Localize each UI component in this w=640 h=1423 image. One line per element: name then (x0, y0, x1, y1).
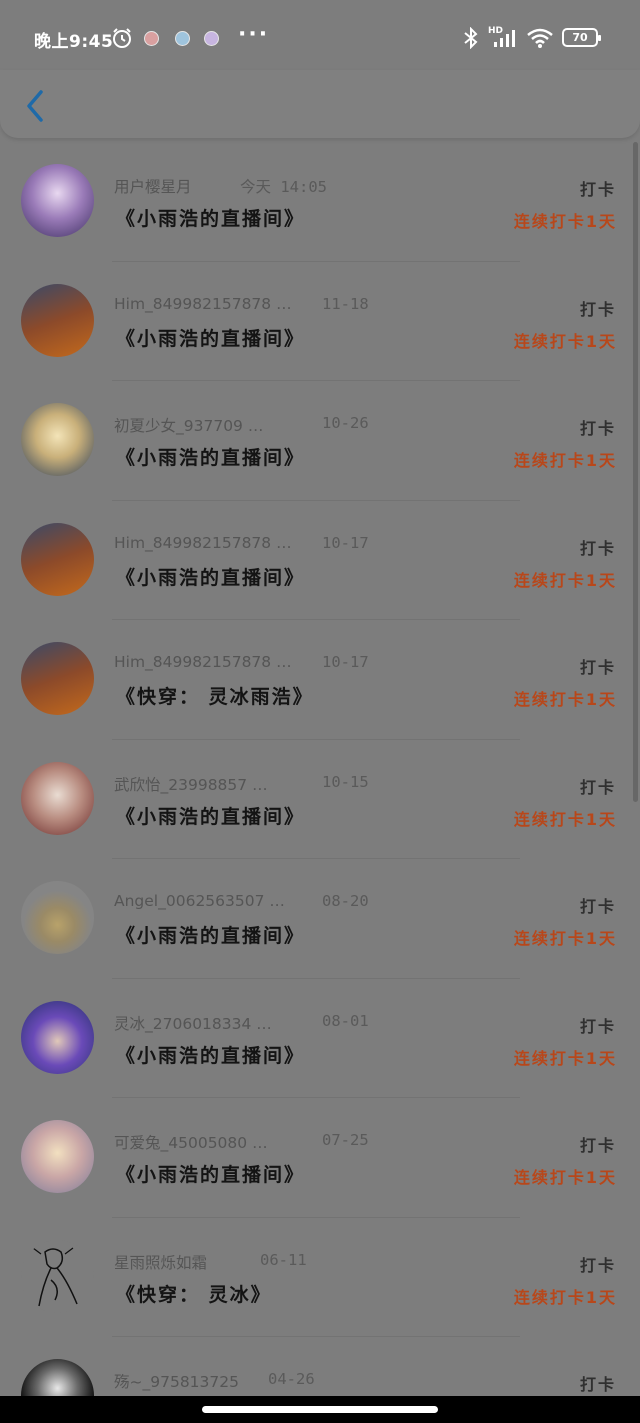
username[interactable]: 用户樱星月 (114, 175, 192, 197)
avatar[interactable] (21, 1239, 94, 1313)
page-header (0, 70, 640, 138)
list-item[interactable]: Him_849982157878 … 11-18 《小雨浩的直播间》 打卡 连续… (0, 262, 632, 382)
room-title: 《快穿： 灵冰》 (116, 1283, 272, 1306)
battery-indicator: 70 (562, 28, 601, 47)
checkin-list: 用户樱星月 今天 14:05 《小雨浩的直播间》 打卡 连续打卡1天 Him_8… (0, 142, 632, 1423)
chevron-left-icon[interactable] (22, 86, 52, 126)
list-item[interactable]: 灵冰_2706018334 … 08-01 《小雨浩的直播间》 打卡 连续打卡1… (0, 979, 632, 1099)
list-item[interactable]: 星雨照烁如霜 06-11 《快穿： 灵冰》 打卡 连续打卡1天 (0, 1218, 632, 1338)
timestamp: 07-25 (322, 1131, 369, 1149)
avatar[interactable] (21, 761, 94, 835)
streak-label: 连续打卡1天 (513, 690, 617, 709)
room-title: 《小雨浩的直播间》 (116, 1164, 306, 1186)
list-item[interactable]: 武欣怡_23998857 … 10-15 《小雨浩的直播间》 打卡 连续打卡1天 (0, 740, 632, 860)
timestamp: 今天 14:05 (240, 178, 327, 196)
app-notification-icon (204, 31, 219, 46)
list-item[interactable]: Him_849982157878 … 10-17 《小雨浩的直播间》 打卡 连续… (0, 501, 632, 621)
checkin-label: 打卡 (579, 1375, 616, 1394)
timestamp: 11-18 (322, 294, 369, 313)
avatar[interactable] (21, 881, 94, 954)
checkin-label: 打卡 (579, 538, 616, 558)
username[interactable]: Angel_0062563507 … (114, 892, 285, 910)
avatar[interactable] (21, 164, 94, 237)
streak-label: 连续打卡1天 (513, 1048, 617, 1068)
checkin-label: 打卡 (579, 299, 616, 319)
streak-label: 连续打卡1天 (513, 1287, 617, 1307)
list-item[interactable]: Angel_0062563507 … 08-20 《小雨浩的直播间》 打卡 连续… (0, 859, 632, 979)
bluetooth-icon (464, 27, 478, 49)
room-title: 《小雨浩的直播间》 (116, 447, 306, 469)
room-title: 《小雨浩的直播间》 (116, 1044, 306, 1067)
timestamp: 10-17 (322, 653, 369, 671)
streak-label: 连续打卡1天 (513, 929, 617, 948)
avatar[interactable] (21, 1000, 94, 1074)
timestamp: 04-26 (268, 1370, 315, 1388)
streak-label: 连续打卡1天 (513, 570, 617, 590)
username[interactable]: 可爱兔_45005080 … (114, 1131, 268, 1153)
timestamp: 08-01 (322, 1011, 369, 1030)
sketch-figure-icon (32, 1247, 78, 1306)
streak-label: 连续打卡1天 (513, 212, 617, 231)
room-title: 《小雨浩的直播间》 (116, 327, 306, 350)
alarm-icon (113, 28, 131, 48)
avatar[interactable] (21, 642, 94, 715)
checkin-label: 打卡 (579, 419, 616, 438)
checkin-label: 打卡 (579, 1016, 616, 1036)
room-title: 《小雨浩的直播间》 (116, 208, 306, 230)
username[interactable]: 初夏少女_937709 … (114, 414, 263, 436)
wifi-icon (527, 28, 553, 48)
list-item[interactable]: 初夏少女_937709 … 10-26 《小雨浩的直播间》 打卡 连续打卡1天 (0, 381, 632, 501)
username[interactable]: Him_849982157878 … (114, 653, 292, 671)
room-title: 《小雨浩的直播间》 (116, 566, 306, 589)
username[interactable]: 殇~_975813725 (114, 1370, 239, 1392)
username[interactable]: 灵冰_2706018334 … (114, 1012, 272, 1034)
list-item[interactable]: 用户樱星月 今天 14:05 《小雨浩的直播间》 打卡 连续打卡1天 (0, 142, 632, 262)
home-indicator[interactable] (202, 1406, 438, 1413)
checkin-label: 打卡 (579, 1136, 616, 1155)
streak-label: 连续打卡1天 (513, 331, 617, 351)
username[interactable]: Him_849982157878 … (114, 534, 292, 552)
timestamp: 10-15 (322, 772, 369, 791)
timestamp: 06-11 (260, 1250, 307, 1269)
checkin-label: 打卡 (579, 658, 616, 677)
room-title: 《快穿： 灵冰雨浩》 (116, 686, 314, 708)
avatar[interactable] (21, 403, 94, 476)
username[interactable]: Him_849982157878 … (114, 295, 292, 313)
timestamp: 10-26 (322, 414, 369, 432)
avatar[interactable] (21, 522, 94, 596)
checkin-label: 打卡 (579, 180, 616, 199)
checkin-label: 打卡 (579, 777, 616, 797)
username[interactable]: 星雨照烁如霜 (114, 1251, 207, 1273)
streak-label: 连续打卡1天 (513, 1168, 617, 1187)
status-time: 晚上9:45 (34, 32, 114, 52)
status-bar: 晚上9:45 ··· HD 70 (0, 0, 640, 70)
more-notifications-icon: ··· (238, 22, 270, 47)
app-notification-icon (144, 31, 159, 46)
avatar[interactable] (21, 1120, 94, 1193)
streak-label: 连续打卡1天 (513, 451, 617, 470)
list-item[interactable]: 可爱兔_45005080 … 07-25 《小雨浩的直播间》 打卡 连续打卡1天 (0, 1098, 632, 1218)
signal-icon (494, 30, 515, 47)
timestamp: 08-20 (322, 892, 369, 910)
timestamp: 10-17 (322, 533, 369, 552)
app-notification-icon (175, 31, 190, 46)
avatar[interactable] (21, 283, 94, 357)
checkin-label: 打卡 (579, 1255, 616, 1275)
scrollbar[interactable] (633, 142, 638, 802)
username[interactable]: 武欣怡_23998857 … (114, 773, 268, 795)
checkin-label: 打卡 (579, 897, 616, 916)
room-title: 《小雨浩的直播间》 (116, 925, 306, 947)
list-item[interactable]: Him_849982157878 … 10-17 《快穿： 灵冰雨浩》 打卡 连… (0, 620, 632, 740)
streak-label: 连续打卡1天 (513, 809, 617, 829)
room-title: 《小雨浩的直播间》 (116, 805, 306, 828)
